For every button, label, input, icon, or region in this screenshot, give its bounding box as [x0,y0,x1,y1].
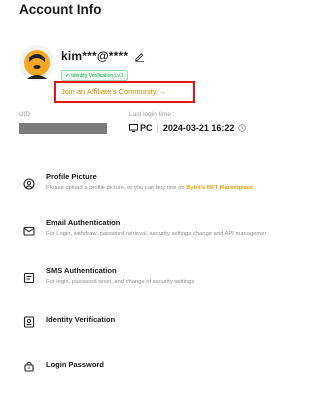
nft-marketplace-link[interactable]: Bybit's NFT Marketplace [186,185,253,191]
page-title: Account Info [19,2,102,17]
setting-title: Identity Verification [46,315,116,324]
setting-sms-authentication[interactable]: SMS Authentication For login, password r… [0,266,300,306]
setting-title: Profile Picture [46,172,97,181]
setting-email-authentication[interactable]: Email Authentication For Login, withdraw… [0,218,300,258]
setting-desc: For login, password reset, and change of… [46,279,195,285]
check-circle-icon: ✔ [65,72,70,79]
last-login-label: Last login time : [129,111,175,118]
last-login-device: PC [140,123,153,133]
mail-icon [23,226,35,236]
setting-desc: Please upload a profile picture, or you … [46,185,254,191]
username: kim***@**** [61,49,129,63]
last-login-info: PC | 2024-03-21 16:22 [129,123,247,133]
sms-icon [23,272,35,284]
setting-title: SMS Authentication [46,266,117,275]
monitor-icon [129,124,138,132]
last-login-time: 2024-03-21 16:22 [162,123,235,133]
divider: | [156,123,159,133]
id-card-icon [23,316,35,328]
setting-desc: For Login, withdraw, password retrieval,… [46,231,266,237]
avatar[interactable] [19,45,55,81]
affiliate-community-link[interactable]: Join an Affiliate's Community → [61,87,166,96]
setting-title: Email Authentication [46,218,121,227]
verification-badge-label: Identity Verification Lv.1 [71,72,124,79]
lock-icon [24,361,34,372]
uid-label: UID [19,111,31,118]
setting-login-password[interactable]: Login Password [0,354,300,394]
clock-icon[interactable] [238,124,247,132]
edit-icon[interactable] [134,51,145,62]
user-circle-icon [23,178,35,190]
setting-identity-verification[interactable]: Identity Verification [0,310,300,350]
verification-badge[interactable]: ✔ Identity Verification Lv.1 [61,70,128,81]
setting-profile-picture[interactable]: Profile Picture Please upload a profile … [0,170,300,210]
setting-title: Login Password [46,360,104,369]
uid-value-redacted [19,123,107,134]
